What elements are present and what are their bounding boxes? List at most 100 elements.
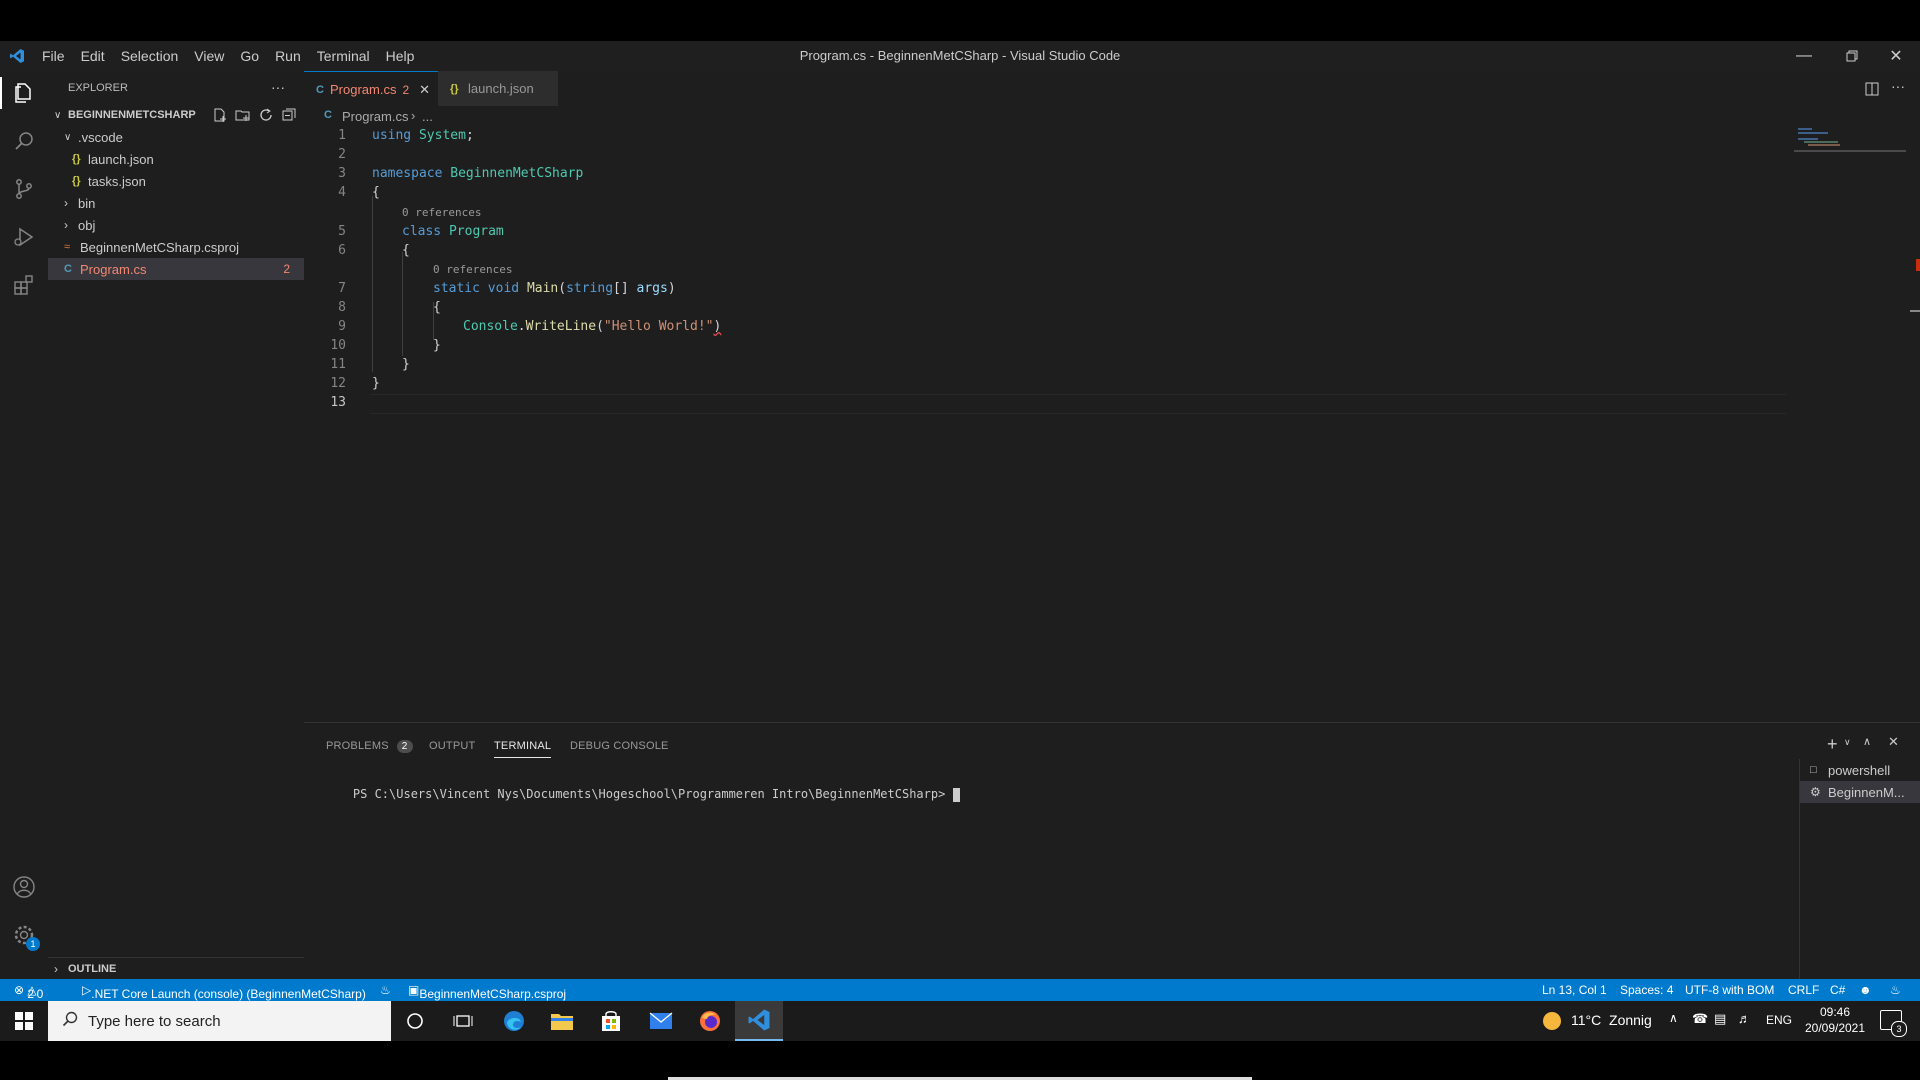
encoding-status[interactable]: UTF-8 with BOM [1685,983,1774,997]
menu-selection[interactable]: Selection [113,48,187,64]
tree-item-label: tasks.json [88,173,146,189]
eol-status[interactable]: CRLF [1788,983,1819,997]
tree-item-launch-json[interactable]: {} launch.json [48,148,304,170]
terminal-list-item[interactable]: □ powershell [1800,759,1920,781]
tab-terminal[interactable]: TERMINAL [494,740,552,758]
menu-terminal[interactable]: Terminal [309,48,378,64]
code-line: { [433,300,441,315]
terminal-output[interactable]: PS C:\Users\Vincent Nys\Documents\Hogesc… [324,773,960,816]
vscode-taskbar-icon[interactable] [735,1001,783,1041]
rss-file-icon: ≈ [64,241,71,253]
project-root-row[interactable]: ∨ BEGINNENMETCSHARP [48,104,304,126]
task-view-icon[interactable] [439,1001,487,1041]
breadcrumb-file[interactable]: Program.cs [342,109,408,124]
tree-item-csproj[interactable]: ≈ BeginnenMetCSharp.csproj [48,236,304,258]
input-language[interactable]: ENG [1766,1013,1792,1027]
csharp-file-icon: C [324,109,332,121]
edge-browser-icon[interactable] [490,1001,538,1041]
search-icon[interactable] [8,125,40,157]
run-debug-icon[interactable] [8,221,40,253]
line-number: 3 [338,166,346,181]
tab-output[interactable]: OUTPUT [429,740,475,752]
outline-label: OUTLINE [68,963,117,975]
minimap[interactable] [1794,128,1906,154]
manage-gear-icon[interactable]: 1 [8,919,40,951]
menu-file[interactable]: File [34,48,73,64]
close-panel-icon[interactable]: ✕ [1888,734,1899,750]
problems-count-badge: 2 [396,740,413,753]
windows-taskbar: Type here to search 11°C Zonnig ∧ ☎ ▤ ♬ … [0,1001,1920,1041]
notifications-bell-icon[interactable]: ♨ [1890,983,1901,997]
maximize-panel-icon[interactable]: ∧ [1863,735,1871,748]
problems-status[interactable]: ⊗ 2 △ 0 [14,983,43,1001]
split-editor-icon[interactable] [1864,81,1880,102]
menu-help[interactable]: Help [378,48,423,64]
tab-label: launch.json [468,81,534,96]
tree-item-program-cs[interactable]: C Program.cs 2 [48,258,304,280]
file-explorer-icon[interactable] [538,1001,586,1041]
live-share-icon[interactable]: ☻ [1859,983,1872,997]
mail-icon[interactable] [637,1001,685,1041]
new-folder-icon[interactable] [235,107,251,126]
restore-button[interactable] [1830,41,1874,71]
network-icon[interactable]: ▤ [1714,1011,1726,1027]
chevron-down-icon[interactable]: ∨ [1844,737,1851,748]
accounts-icon[interactable] [8,871,40,903]
code-line: namespace BeginnenMetCSharp [372,166,584,181]
tab-launch-json[interactable]: {} launch.json [438,71,558,106]
tab-program-cs[interactable]: C Program.cs 2 ✕ [304,71,438,107]
tree-item-obj-folder[interactable]: › obj [48,214,304,236]
collapse-all-icon[interactable] [281,107,297,126]
new-terminal-icon[interactable]: + [1827,734,1838,755]
clock[interactable]: 09:46 20/09/2021 [1798,1004,1872,1036]
taskbar-search-box[interactable]: Type here to search [48,1001,391,1041]
breadcrumb-rest[interactable]: ... [422,109,433,124]
status-bar: ⊗ 2 △ 0 ▷ .NET Core Launch (console) (Be… [0,979,1920,1001]
tab-problems[interactable]: PROBLEMS 2 [326,740,413,753]
launch-config-status[interactable]: ▷ .NET Core Launch (console) (BeginnenMe… [82,983,366,1001]
tab-problem-badge: 2 [402,82,410,97]
microsoft-store-icon[interactable] [587,1001,635,1041]
explorer-icon[interactable] [8,77,40,109]
windows-start-icon[interactable] [0,1001,48,1041]
cursor-position[interactable]: Ln 13, Col 1 [1542,983,1607,997]
menu-view[interactable]: View [186,48,232,64]
close-window-button[interactable]: ✕ [1874,41,1918,71]
language-mode[interactable]: C# [1830,983,1845,997]
terminal-list-item[interactable]: ⚙ BeginnenM... [1800,781,1920,803]
codelens-references[interactable]: 0 references [433,263,512,276]
tree-item-label: Program.cs [80,261,147,277]
minimize-button[interactable]: — [1782,41,1826,71]
indentation-status[interactable]: Spaces: 4 [1620,983,1673,997]
tab-debug-console[interactable]: DEBUG CONSOLE [570,740,669,752]
code-line: } [372,376,380,391]
code-editor[interactable]: 1 2 3 4 5 6 7 8 9 10 11 12 13 using Syst… [304,128,1920,722]
codelens-references[interactable]: 0 references [402,206,481,219]
explorer-more-button[interactable]: ··· [271,79,285,95]
close-icon[interactable]: ✕ [419,82,430,98]
csharp-file-icon: C [316,83,324,96]
flame-icon[interactable]: ♨ [380,983,391,997]
cortana-icon[interactable] [391,1001,439,1041]
new-file-icon[interactable] [212,107,228,126]
outline-section[interactable]: › OUTLINE [48,957,304,980]
volume-icon[interactable]: ♬ [1738,1011,1751,1026]
chevron-up-icon[interactable]: ∧ [1669,1011,1678,1025]
menu-go[interactable]: Go [232,48,267,64]
editor-more-button[interactable]: ··· [1891,78,1905,94]
menu-edit[interactable]: Edit [73,48,113,64]
weather-icon[interactable] [1543,1012,1561,1030]
notification-count-badge: 3 [1891,1021,1907,1037]
tree-item-tasks-json[interactable]: {} tasks.json [48,170,304,192]
refresh-icon[interactable] [258,107,274,126]
chevron-down-icon: ∨ [54,109,62,121]
menu-run[interactable]: Run [267,48,309,64]
meet-now-icon[interactable]: ☎ [1692,1011,1708,1027]
extensions-icon[interactable] [8,269,40,301]
firefox-icon[interactable] [686,1001,734,1041]
source-control-icon[interactable] [8,173,40,205]
tree-item-bin-folder[interactable]: › bin [48,192,304,214]
project-status[interactable]: ▣ BeginnenMetCSharp.csproj [408,983,566,1001]
weather-text[interactable]: 11°C Zonnig [1571,1012,1652,1028]
tree-item-vscode-folder[interactable]: ∨ .vscode [48,126,304,148]
